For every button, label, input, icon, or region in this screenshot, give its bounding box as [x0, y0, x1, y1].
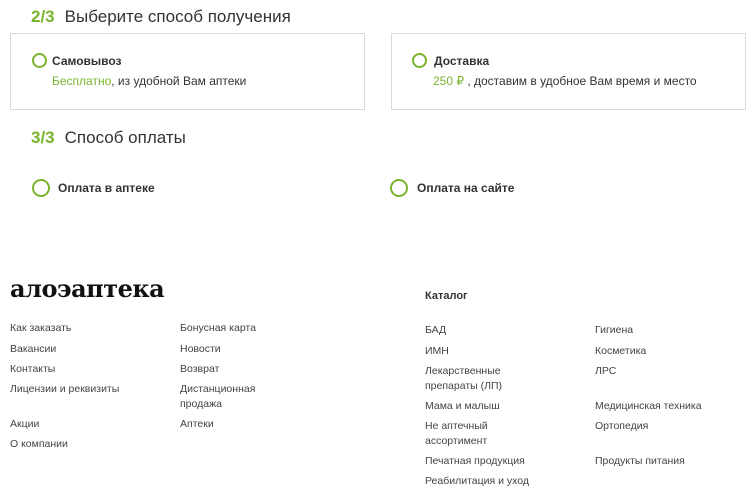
footer-link-contacts[interactable]: Контакты	[10, 362, 55, 377]
footer-link-about[interactable]: О компании	[10, 437, 68, 452]
catalog-link-cosmetics[interactable]: Косметика	[595, 344, 646, 359]
delivery-desc-text: , доставим в удобное Вам время и место	[464, 74, 697, 88]
footer-link-promotions[interactable]: Акции	[10, 417, 39, 432]
catalog-link-hygiene[interactable]: Гигиена	[595, 323, 633, 338]
catalog-link-non-pharmacy[interactable]: Не аптечный ассортимент	[425, 419, 515, 449]
catalog-link-medicines[interactable]: Лекарственные препараты (ЛП)	[425, 364, 525, 394]
brand-logo-text: алоэаптека	[10, 274, 165, 303]
catalog-link-bad[interactable]: БАД	[425, 323, 446, 338]
catalog-link-rehab[interactable]: Реабилитация и уход	[425, 474, 529, 489]
delivery-radio[interactable]	[412, 53, 427, 68]
pay-in-pharmacy-radio[interactable]	[32, 179, 50, 197]
catalog-link-lrs[interactable]: ЛРС	[595, 364, 616, 379]
step2-heading: 2/3 Выберите способ получения	[31, 7, 291, 27]
footer-link-remote-sale[interactable]: Дистанционная продажа	[180, 382, 275, 412]
step2-number: 2/3	[31, 7, 55, 26]
delivery-option-card[interactable]: Доставка 250 ₽ , доставим в удобное Вам …	[391, 33, 746, 110]
pay-online-label[interactable]: Оплата на сайте	[417, 181, 514, 195]
catalog-link-mother-baby[interactable]: Мама и малыш	[425, 399, 500, 414]
step2-title: Выберите способ получения	[64, 7, 291, 26]
pickup-price: Бесплатно	[52, 74, 112, 88]
step3-title: Способ оплаты	[64, 128, 186, 147]
footer-link-licenses[interactable]: Лицензии и реквизиты	[10, 382, 119, 397]
pay-in-pharmacy-label[interactable]: Оплата в аптеке	[58, 181, 155, 195]
brand-logo[interactable]: алоэаптека	[10, 274, 165, 303]
pickup-radio[interactable]	[32, 53, 47, 68]
catalog-link-imn[interactable]: ИМН	[425, 344, 449, 359]
catalog-link-food[interactable]: Продукты питания	[595, 454, 685, 469]
pay-online-radio[interactable]	[390, 179, 408, 197]
pickup-option-card[interactable]: Самовывоз Бесплатно, из удобной Вам апте…	[10, 33, 365, 110]
catalog-link-printed[interactable]: Печатная продукция	[425, 454, 525, 469]
footer-link-bonus-card[interactable]: Бонусная карта	[180, 321, 256, 336]
pickup-description: Бесплатно, из удобной Вам аптеки	[52, 74, 246, 88]
step3-number: 3/3	[31, 128, 55, 147]
footer-link-pharmacies[interactable]: Аптеки	[180, 417, 214, 432]
delivery-description: 250 ₽ , доставим в удобное Вам время и м…	[433, 74, 697, 88]
footer-link-vacancies[interactable]: Вакансии	[10, 342, 56, 357]
footer-link-returns[interactable]: Возврат	[180, 362, 219, 377]
step3-heading: 3/3 Способ оплаты	[31, 128, 186, 148]
catalog-heading: Каталог	[425, 290, 468, 302]
footer-link-how-to-order[interactable]: Как заказать	[10, 321, 71, 336]
pickup-title: Самовывоз	[52, 54, 122, 68]
delivery-price: 250 ₽	[433, 74, 464, 88]
catalog-link-med-tech[interactable]: Медицинская техника	[595, 399, 702, 414]
pickup-desc-text: , из удобной Вам аптеки	[111, 74, 247, 88]
catalog-link-orthopedics[interactable]: Ортопедия	[595, 419, 648, 434]
footer-link-news[interactable]: Новости	[180, 342, 221, 357]
delivery-title: Доставка	[434, 54, 490, 68]
